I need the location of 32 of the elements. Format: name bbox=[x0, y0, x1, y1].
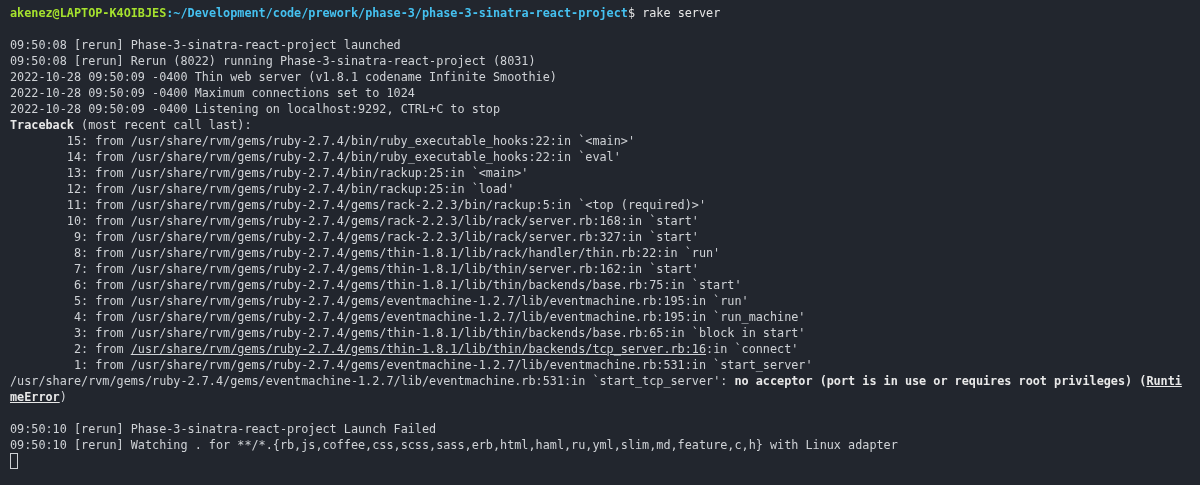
output-line: 3: from /usr/share/rvm/gems/ruby-2.7.4/gems/thin-1.8.1/lib/thin/backends/base.rb:65:in `block in start' bbox=[72, 325, 806, 341]
output-line: Traceback (most recent call last): bbox=[10, 117, 252, 133]
prompt-user: akenez@LAPTOP-K4OIBJES bbox=[10, 5, 167, 21]
output-line: 9: from /usr/share/rvm/gems/ruby-2.7.4/gems/rack-2.2.3/lib/rack/server.rb:327:in `start' bbox=[72, 229, 699, 245]
output-line: 10: from /usr/share/rvm/gems/ruby-2.7.4/gems/rack-2.2.3/lib/rack/server.rb:168:in `start' bbox=[66, 213, 699, 229]
output-line: 14: from /usr/share/rvm/gems/ruby-2.7.4/bin/ruby_executable_hooks:22:in `eval' bbox=[66, 149, 621, 165]
output-line: 2: from /usr/share/rvm/gems/ruby-2.7.4/gems/thin-1.8.1/lib/thin/backends/tcp_server.rb:16:in `connect' bbox=[72, 341, 799, 357]
output-line: 09:50:10 [rerun] Watching . for **/*.{rb,js,coffee,css,scss,sass,erb,html,haml,ru,yml,slim,md,feature,c,h} with Linux adapter bbox=[10, 437, 898, 453]
output-line: 8: from /usr/share/rvm/gems/ruby-2.7.4/gems/thin-1.8.1/lib/rack/handler/thin.rb:22:in `run' bbox=[72, 245, 721, 261]
output-line: 13: from /usr/share/rvm/gems/ruby-2.7.4/bin/rackup:25:in `<main>' bbox=[66, 165, 529, 181]
output-line: 4: from /usr/share/rvm/gems/ruby-2.7.4/gems/eventmachine-1.2.7/lib/eventmachine.rb:195:in `run_machine' bbox=[72, 309, 806, 325]
output-line: 15: from /usr/share/rvm/gems/ruby-2.7.4/bin/ruby_executable_hooks:22:in `<main>' bbox=[66, 133, 635, 149]
cursor bbox=[10, 453, 18, 469]
output-line: 7: from /usr/share/rvm/gems/ruby-2.7.4/gems/thin-1.8.1/lib/thin/server.rb:162:in `start' bbox=[72, 261, 699, 277]
output-line: 2022-10-28 09:50:09 -0400 Listening on localhost:9292, CTRL+C to stop bbox=[10, 101, 501, 117]
file-link[interactable]: /usr/share/rvm/gems/ruby-2.7.4/gems/thin-1.8.1/lib/thin/backends/tcp_server.rb:16 bbox=[130, 342, 707, 356]
output-line: 6: from /usr/share/rvm/gems/ruby-2.7.4/gems/thin-1.8.1/lib/thin/backends/base.rb:75:in `start' bbox=[72, 277, 742, 293]
output-line: 09:50:08 [rerun] Rerun (8022) running Phase-3-sinatra-react-project (8031) bbox=[10, 53, 536, 69]
output-line: 11: from /usr/share/rvm/gems/ruby-2.7.4/gems/rack-2.2.3/bin/rackup:5:in `<top (required)>' bbox=[66, 197, 707, 213]
output-line: 5: from /usr/share/rvm/gems/ruby-2.7.4/gems/eventmachine-1.2.7/lib/eventmachine.rb:195:in `run' bbox=[72, 293, 749, 309]
output-line: 09:50:08 [rerun] Phase-3-sinatra-react-project launched bbox=[10, 37, 401, 53]
output-line: /usr/share/rvm/gems/ruby-2.7.4/gems/eventmachine-1.2.7/lib/eventmachine.rb:531:in `start_tcp_server': no acceptor (port is in use or requires root privileges) ( bbox=[10, 373, 1147, 389]
output-line: 2022-10-28 09:50:09 -0400 Maximum connections set to 1024 bbox=[10, 85, 415, 101]
output-line: 2022-10-28 09:50:09 -0400 Thin web server (v1.8.1 codename Infinite Smoothie) bbox=[10, 69, 557, 85]
error-class-text: meError bbox=[10, 389, 60, 405]
error-class-text: Runti bbox=[1146, 373, 1182, 389]
output-line: 09:50:10 [rerun] Phase-3-sinatra-react-project Launch Failed bbox=[10, 421, 437, 437]
command-text: $ rake server bbox=[627, 5, 721, 21]
output-line: 12: from /usr/share/rvm/gems/ruby-2.7.4/bin/rackup:25:in `load' bbox=[66, 181, 515, 197]
prompt-path: :~/Development/code/prework/phase-3/phase-3-sinatra-react-project bbox=[166, 5, 628, 21]
output-line: 1: from /usr/share/rvm/gems/ruby-2.7.4/gems/eventmachine-1.2.7/lib/eventmachine.rb:531:in `start_server' bbox=[72, 357, 813, 373]
output-line: ) bbox=[59, 389, 67, 405]
